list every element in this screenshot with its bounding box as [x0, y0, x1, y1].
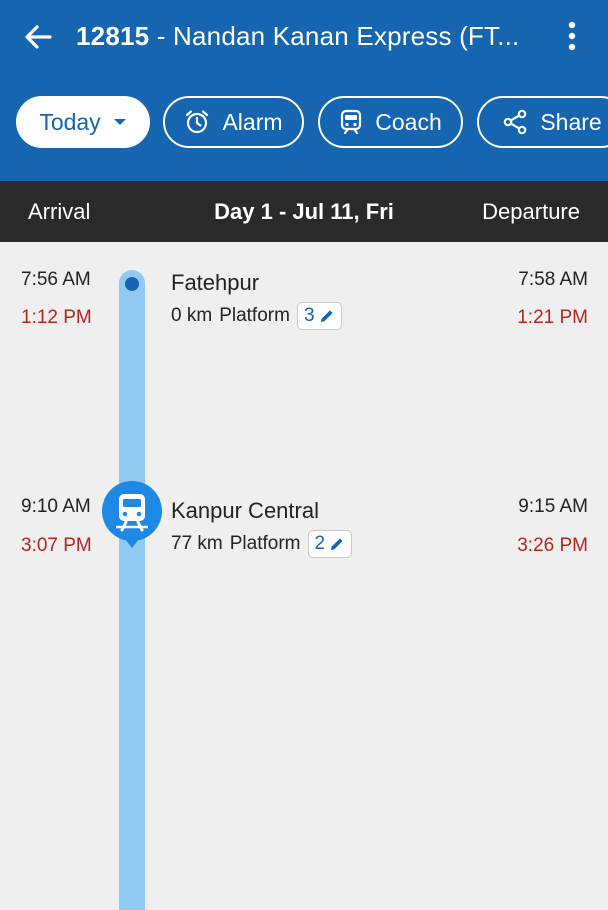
action-chips: Today Alarm Coach Share — [0, 96, 608, 152]
current-train-icon — [102, 481, 162, 548]
more-vertical-icon — [568, 21, 576, 51]
platform-edit-button[interactable]: 2 — [307, 530, 353, 558]
actual-departure: 1:21 PM — [517, 307, 588, 328]
coach-button[interactable]: Coach — [318, 96, 463, 148]
pencil-icon — [331, 538, 343, 550]
day-header: Arrival Day 1 - Jul 11, Fri Departure — [0, 181, 608, 242]
today-label: Today — [39, 108, 101, 135]
page-title: 12815 - Nandan Kanan Express (FT... — [76, 18, 546, 54]
platform-label: Platform — [219, 305, 290, 326]
route-timeline — [119, 270, 145, 910]
actual-arrival: 1:12 PM — [21, 307, 92, 328]
share-label: Share — [540, 108, 602, 135]
actual-departure: 3:26 PM — [517, 535, 588, 556]
caret-down-icon — [113, 119, 126, 125]
alarm-clock-icon — [186, 110, 209, 134]
station-info: 77 km Platform 2 — [171, 530, 353, 558]
back-button[interactable] — [18, 17, 58, 57]
scheduled-departure: 9:15 AM — [518, 496, 588, 517]
distance: 77 km — [171, 533, 223, 554]
train-name: - Nandan Kanan Express (FT... — [149, 21, 520, 51]
train-number: 12815 — [76, 21, 150, 51]
distance: 0 km — [171, 305, 213, 326]
scheduled-arrival: 7:56 AM — [21, 269, 91, 290]
today-dropdown[interactable]: Today — [16, 96, 150, 148]
share-button[interactable]: Share — [477, 96, 608, 148]
coach-label: Coach — [375, 108, 442, 135]
platform-number: 3 — [303, 305, 315, 326]
app-bar: 12815 - Nandan Kanan Express (FT... Toda… — [0, 0, 608, 181]
station-name: Kanpur Central — [171, 498, 319, 523]
platform-label: Platform — [229, 533, 301, 554]
train-coach-icon — [341, 109, 362, 135]
share-icon — [504, 109, 527, 135]
station-info: 0 km Platform 3 — [171, 302, 342, 330]
pencil-icon — [320, 310, 333, 322]
alarm-label: Alarm — [222, 108, 283, 135]
platform-number: 2 — [314, 533, 326, 554]
actual-arrival: 3:07 PM — [21, 535, 92, 556]
scheduled-arrival: 9:10 AM — [21, 496, 91, 517]
arrow-left-icon — [25, 25, 52, 49]
alarm-button[interactable]: Alarm — [163, 96, 304, 148]
departure-column-label: Departure — [482, 199, 580, 224]
platform-edit-button[interactable]: 3 — [296, 302, 342, 330]
station-name: Fatehpur — [171, 270, 260, 295]
station-dot — [125, 277, 139, 291]
scheduled-departure: 7:58 AM — [518, 269, 588, 290]
more-menu-button[interactable] — [556, 18, 588, 54]
